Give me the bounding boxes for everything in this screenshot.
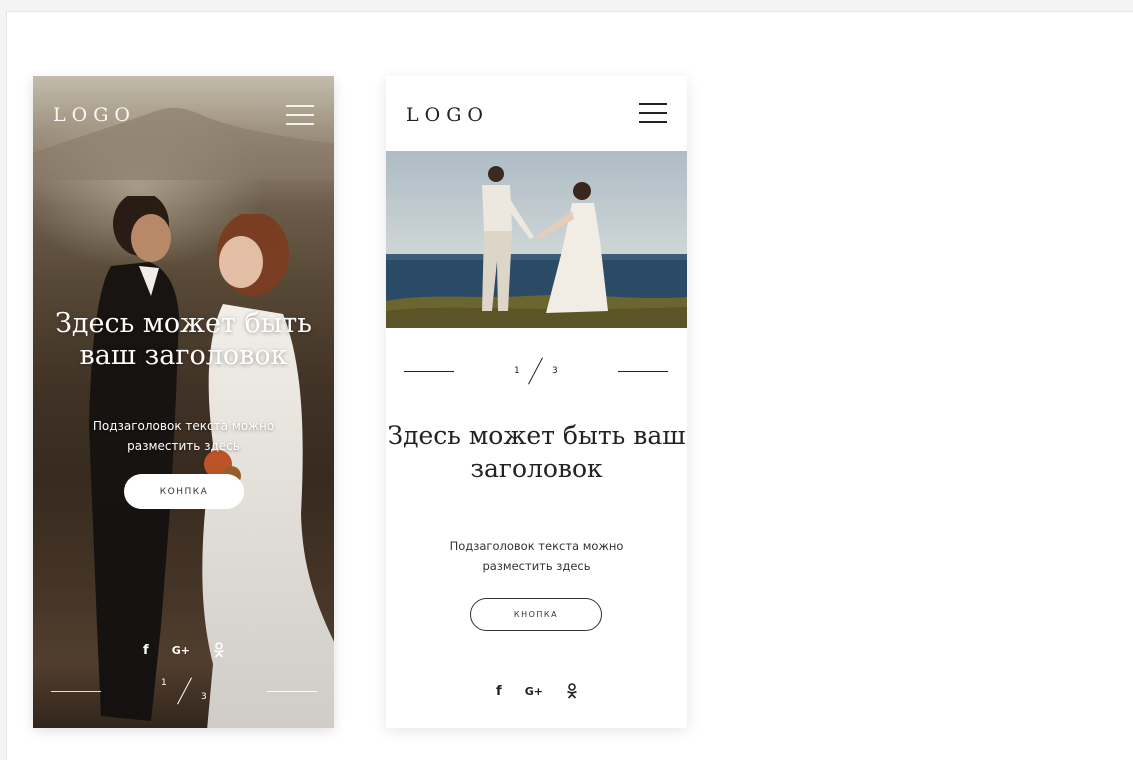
photo-overlay xyxy=(33,76,334,728)
odnoklassniki-icon[interactable] xyxy=(566,683,578,699)
slide-current: 1 xyxy=(514,366,520,376)
logo[interactable]: LOGO xyxy=(53,104,136,126)
social-links: f G+ xyxy=(496,682,578,700)
prev-arrow-icon[interactable] xyxy=(51,691,101,692)
prev-arrow-icon[interactable] xyxy=(404,371,454,372)
facebook-icon[interactable]: f xyxy=(496,684,502,699)
slide-pager: 1 3 xyxy=(51,674,319,708)
logo[interactable]: LOGO xyxy=(406,104,489,126)
cta-button[interactable]: КОНПКА xyxy=(124,474,244,509)
facebook-icon[interactable]: f xyxy=(143,643,149,658)
next-arrow-icon[interactable] xyxy=(267,691,317,692)
slide-pager: 1 3 xyxy=(404,354,669,388)
social-links: f G+ xyxy=(143,641,225,659)
odnoklassniki-icon[interactable] xyxy=(213,642,225,658)
hero-photo xyxy=(386,151,687,328)
slide-current: 1 xyxy=(161,678,167,688)
slide-total: 3 xyxy=(201,692,207,702)
cta-button[interactable]: КНОПКА xyxy=(470,598,602,631)
hamburger-menu-icon[interactable] xyxy=(639,103,667,124)
hero-heading: Здесь может быть ваш заголовок xyxy=(55,308,312,371)
hamburger-menu-icon[interactable] xyxy=(286,105,314,126)
next-arrow-icon[interactable] xyxy=(618,371,668,372)
hero-heading: Здесь может быть ваш заголовок xyxy=(387,421,686,483)
google-plus-icon[interactable]: G+ xyxy=(172,644,190,657)
mobile-mockup-white: LOGO 1 3 Здесь может быть ваш заголовок … xyxy=(386,76,687,728)
google-plus-icon[interactable]: G+ xyxy=(525,685,543,698)
mobile-mockup-photo: LOGO Здесь может быть ваш заголовок Подз… xyxy=(33,76,334,728)
hero-subheading: Подзаголовок текста можно разместить зде… xyxy=(449,539,624,573)
artboard: LOGO Здесь может быть ваш заголовок Подз… xyxy=(6,11,1133,760)
slide-divider xyxy=(177,677,192,705)
slide-divider xyxy=(528,357,543,385)
slide-total: 3 xyxy=(552,366,558,376)
hero-subheading: Подзаголовок текста можно разместить зде… xyxy=(92,419,275,453)
